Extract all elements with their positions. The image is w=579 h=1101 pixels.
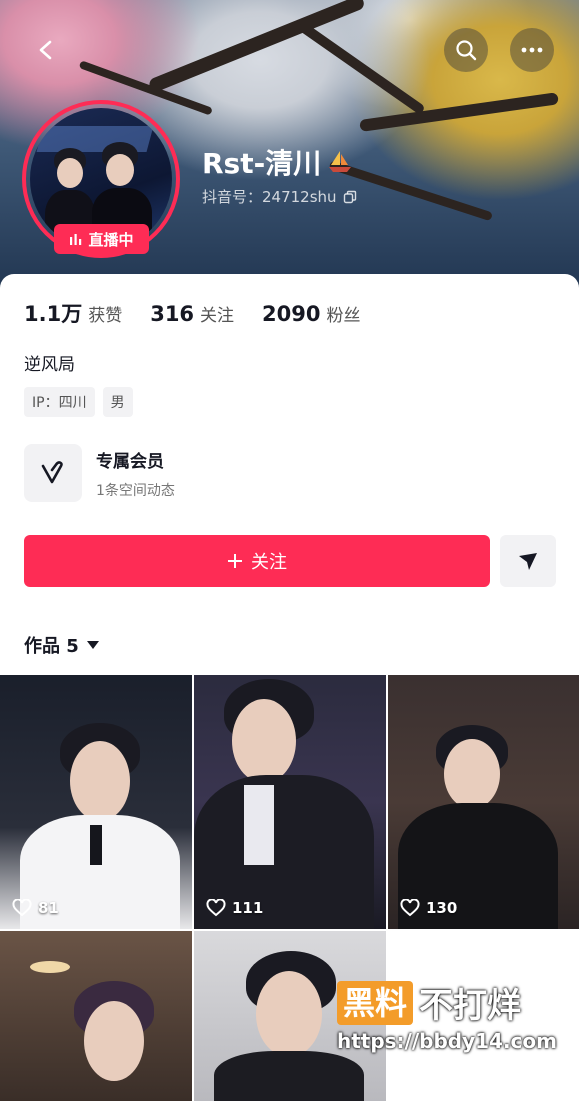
- profile-name: Rst-清川: [202, 142, 353, 182]
- video-thumbnail[interactable]: [0, 931, 192, 1101]
- video-thumbnail[interactable]: 81: [0, 675, 192, 929]
- more-icon: [521, 47, 543, 53]
- boat-badge-icon: [329, 151, 352, 172]
- stat-followers[interactable]: 2090 粉丝: [262, 301, 360, 326]
- member-subtitle: 1条空间动态: [96, 482, 175, 499]
- tag-ip: IP：四川: [24, 387, 95, 417]
- heart-outline-icon: [206, 899, 226, 917]
- v-heart-icon: [41, 461, 63, 484]
- send-icon: [519, 553, 537, 570]
- bio-text: 逆风局: [24, 355, 75, 375]
- stat-likes-label: 获赞: [88, 306, 123, 326]
- follow-button[interactable]: 关注: [24, 535, 490, 587]
- more-button[interactable]: [510, 28, 554, 72]
- stat-following[interactable]: 316 关注: [150, 301, 234, 326]
- member-title: 专属会员: [96, 451, 164, 472]
- watermark: 黑料 不打烊 https://bbdy14.com: [336, 978, 557, 1053]
- plus-icon: [228, 554, 242, 568]
- live-bars-icon: [70, 234, 82, 245]
- video-likes-count: 111: [232, 899, 264, 917]
- dropdown-triangle-icon: [86, 641, 99, 649]
- video-likes: 130: [400, 899, 457, 917]
- works-tab[interactable]: 作品 5: [24, 632, 99, 658]
- douyin-id[interactable]: 抖音号：24712shu: [202, 186, 357, 207]
- heart-outline-icon: [12, 899, 32, 917]
- copy-icon: [343, 190, 356, 203]
- follow-button-label: 关注: [251, 552, 287, 573]
- video-likes: 81: [12, 899, 59, 917]
- video-likes: 111: [206, 899, 263, 917]
- video-likes-count: 81: [38, 899, 59, 917]
- video-thumbnail[interactable]: 111: [194, 675, 386, 929]
- video-likes-count: 130: [426, 899, 458, 917]
- live-badge-label: 直播中: [88, 230, 134, 249]
- watermark-box: 黑料: [336, 980, 413, 1025]
- watermark-text: 不打烊: [418, 986, 521, 1026]
- back-arrow-icon: [39, 40, 52, 60]
- douyin-id-text: 抖音号：24712shu: [202, 188, 337, 206]
- stat-likes-count: 1.1万: [24, 302, 83, 326]
- profile-card: 1.1万 获赞 316 关注 2090 粉丝 逆风局 IP：四川 男 专属会员 1条空…: [0, 274, 579, 1101]
- search-icon: [456, 40, 477, 61]
- profile-name-text: Rst-清川: [202, 147, 322, 180]
- watermark-url: https://bbdy14.com: [336, 1029, 557, 1053]
- video-thumbnail[interactable]: 130: [388, 675, 579, 929]
- member-entry[interactable]: 专属会员 1条空间动态: [24, 444, 175, 502]
- works-label: 作品 5: [24, 636, 79, 657]
- stat-likes[interactable]: 1.1万 获赞: [24, 298, 122, 328]
- profile-header: 直播中 Rst-清川 抖音号：24712shu: [0, 0, 579, 300]
- back-button[interactable]: [26, 30, 66, 70]
- tag-gender: 男: [102, 387, 133, 417]
- search-button[interactable]: [444, 28, 488, 72]
- stat-following-label: 关注: [200, 306, 235, 326]
- heart-outline-icon: [400, 899, 420, 917]
- stat-followers-label: 粉丝: [326, 306, 361, 326]
- profile-tags: IP：四川 男: [24, 387, 133, 417]
- stats-row: 1.1万 获赞 316 关注 2090 粉丝: [24, 298, 361, 328]
- live-badge[interactable]: 直播中: [54, 224, 149, 254]
- member-icon-box: [24, 444, 82, 502]
- stat-following-count: 316: [150, 302, 195, 326]
- share-button[interactable]: [500, 535, 556, 587]
- stat-followers-count: 2090: [262, 302, 321, 326]
